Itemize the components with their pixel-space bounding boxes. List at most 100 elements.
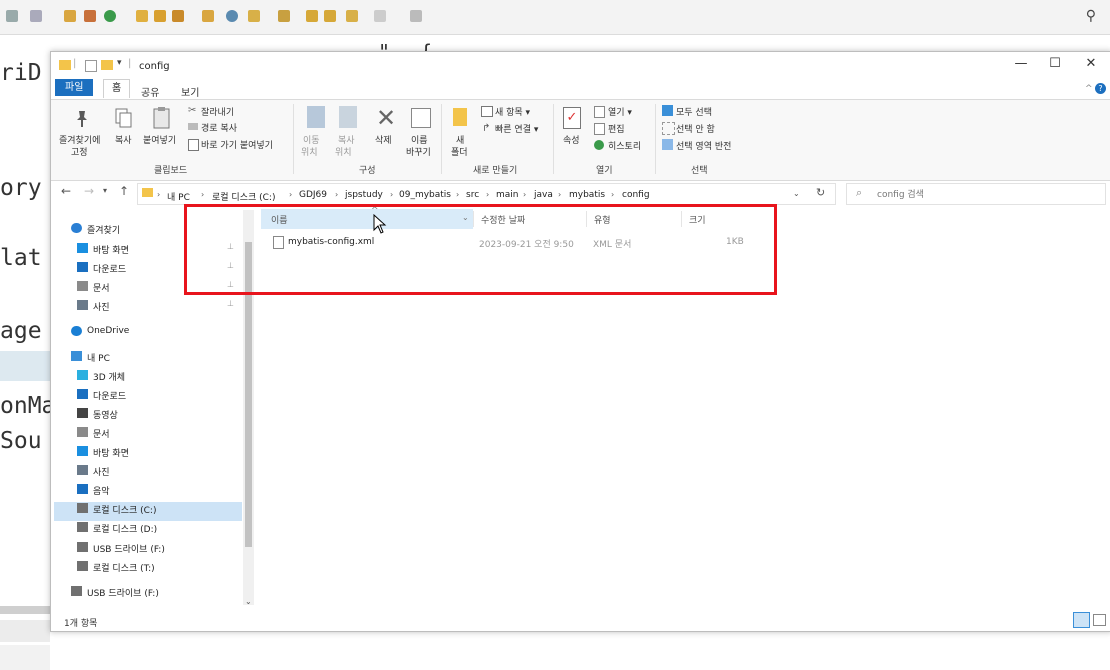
large-icons-view-icon[interactable] (1093, 614, 1106, 626)
copy-path-button[interactable]: 경로 복사 (201, 121, 237, 134)
video-icon (77, 408, 88, 418)
sidebar-item[interactable]: USB 드라이브 (F:) (51, 538, 241, 557)
toolbar-icon[interactable] (226, 10, 238, 22)
toolbar-icon[interactable] (278, 10, 290, 22)
sidebar-item[interactable]: 3D 개체 (51, 366, 241, 385)
recent-locations-icon[interactable]: ▾ (103, 186, 107, 195)
help-icon[interactable]: ? (1095, 83, 1106, 94)
delete-button[interactable]: 삭제 (375, 133, 392, 146)
line-highlight (0, 351, 50, 381)
sidebar-item[interactable]: 내 PC (51, 347, 241, 366)
forward-arrow-icon[interactable]: → (84, 184, 94, 198)
chevron-right-icon[interactable]: › (456, 190, 459, 199)
toolbar-icon[interactable] (84, 10, 96, 22)
breadcrumb[interactable]: mybatis (569, 190, 605, 200)
chevron-right-icon[interactable]: › (486, 190, 489, 199)
toolbar-icon[interactable] (154, 10, 166, 22)
open-button[interactable]: 열기 ▾ (608, 105, 632, 118)
sidebar-item[interactable]: 동영상 (51, 404, 241, 423)
chevron-right-icon[interactable]: › (201, 190, 204, 199)
invert-selection-button[interactable]: 선택 영역 반전 (676, 139, 731, 152)
new-item-button[interactable]: 새 항목 ▾ (495, 105, 530, 118)
refresh-icon[interactable]: ↻ (816, 186, 825, 199)
editor-scrollbar[interactable] (0, 606, 50, 614)
breadcrumb[interactable]: 09_mybatis (399, 190, 451, 200)
sidebar-item[interactable]: OneDrive (51, 322, 241, 341)
toolbar-icon[interactable] (136, 10, 148, 22)
paste-shortcut-button[interactable]: 바로 가기 붙여넣기 (201, 138, 273, 151)
customize-quick-access-icon[interactable]: ▾ (117, 58, 122, 68)
new-folder-quick-icon[interactable] (101, 60, 113, 70)
sidebar-item[interactable]: 문서 (51, 423, 241, 442)
select-all-icon (662, 105, 673, 116)
maximize-button[interactable]: ☐ (1045, 56, 1065, 71)
select-none-button[interactable]: 선택 안 함 (676, 122, 715, 135)
copy-button[interactable]: 복사 (115, 133, 132, 146)
breadcrumb-current[interactable]: config (622, 190, 650, 200)
easy-access-button[interactable]: 빠른 연결 ▾ (495, 122, 538, 135)
close-button[interactable]: ✕ (1081, 56, 1101, 71)
breadcrumb[interactable]: 로컬 디스크 (C:) (212, 190, 275, 203)
up-arrow-icon[interactable]: ↑ (119, 184, 129, 198)
sidebar-item[interactable]: 로컬 디스크 (C:) (51, 499, 241, 518)
sidebar-item[interactable]: 사진 (51, 461, 241, 480)
address-dropdown-icon[interactable]: ⌄ (793, 189, 800, 198)
chevron-right-icon[interactable]: › (390, 190, 393, 199)
paste-button[interactable]: 붙여넣기 (143, 133, 176, 146)
toolbar-icon[interactable] (172, 10, 184, 22)
chevron-right-icon[interactable]: › (523, 190, 526, 199)
edit-button[interactable]: 편집 (608, 122, 625, 135)
toolbar-icon[interactable] (6, 10, 18, 22)
tab-home[interactable]: 홈 (103, 79, 131, 98)
edit-icon (594, 123, 605, 135)
breadcrumb[interactable]: GDJ69 (299, 190, 327, 200)
breadcrumb[interactable]: jspstudy (345, 190, 383, 200)
breadcrumb[interactable]: src (466, 190, 479, 200)
code-editor[interactable]: riD ory lat age onMa Sou (0, 35, 55, 670)
toolbar-icon[interactable] (410, 10, 422, 22)
breadcrumb[interactable]: 내 PC (167, 190, 190, 203)
select-all-button[interactable]: 모두 선택 (676, 105, 712, 118)
sidebar-item[interactable]: 로컬 디스크 (D:) (51, 518, 241, 537)
toolbar-icon[interactable] (324, 10, 336, 22)
toolbar-icon[interactable] (248, 10, 260, 22)
cut-button[interactable]: 잘라내기 (201, 105, 234, 118)
sidebar-item[interactable]: 사진 ⊥ (51, 296, 241, 315)
toolbar-icon[interactable] (374, 10, 386, 22)
scroll-down-icon[interactable]: ⌄ (245, 597, 252, 606)
tab-file[interactable]: 파일 (55, 79, 94, 96)
group-open: 열기 (596, 166, 613, 176)
toolbar-icon[interactable] (104, 10, 116, 22)
details-view-icon[interactable] (1073, 612, 1090, 628)
toolbar-icon[interactable] (306, 10, 318, 22)
properties-quick-icon[interactable] (85, 60, 97, 72)
sidebar-item[interactable]: 로컬 디스크 (T:) (51, 557, 241, 576)
title-bar[interactable]: | ▾ | config — ☐ ✕ (51, 52, 1110, 79)
chevron-right-icon[interactable]: › (335, 190, 338, 199)
chevron-right-icon[interactable]: › (289, 190, 292, 199)
toolbar-icon[interactable] (202, 10, 214, 22)
chevron-right-icon[interactable]: › (157, 190, 160, 199)
sidebar-item[interactable]: 바탕 화면 (51, 442, 241, 461)
sidebar-item[interactable]: 다운로드 (51, 385, 241, 404)
toolbar-icon[interactable] (346, 10, 358, 22)
toolbar-icon[interactable] (30, 10, 42, 22)
back-arrow-icon[interactable]: ← (61, 184, 71, 198)
ribbon-tabs: 파일 홈 공유 보기 ^ ? (51, 79, 1110, 99)
cut-icon: ✂ (188, 105, 197, 116)
minimize-button[interactable]: — (1011, 56, 1031, 71)
breadcrumb[interactable]: main (496, 190, 519, 200)
chevron-right-icon[interactable]: › (558, 190, 561, 199)
history-button[interactable]: 히스토리 (608, 139, 641, 152)
sidebar-item[interactable]: USB 드라이브 (F:) (51, 582, 241, 601)
code-line: age (0, 318, 42, 344)
chevron-right-icon[interactable]: › (611, 190, 614, 199)
breadcrumb[interactable]: java (534, 190, 553, 200)
toolbar-icon[interactable] (64, 10, 76, 22)
search-icon[interactable]: ⚲ (1086, 8, 1096, 24)
address-bar[interactable]: › 내 PC › 로컬 디스크 (C:) › GDJ69 › jspstudy … (137, 183, 836, 205)
pictures-icon (77, 300, 88, 310)
properties-button[interactable]: 속성 (563, 133, 580, 146)
document-icon (77, 427, 88, 437)
sidebar-item[interactable]: 음악 (51, 480, 241, 499)
